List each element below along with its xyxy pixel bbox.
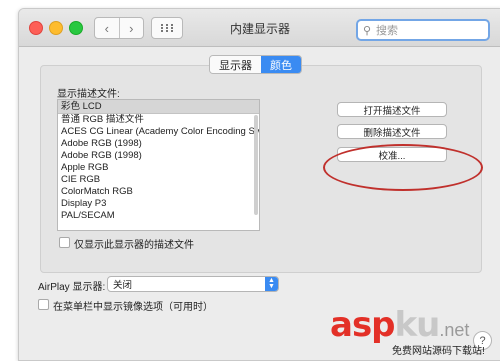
search-placeholder: 搜索 xyxy=(376,25,398,37)
watermark-subtitle: 免费网站源码下载站! xyxy=(392,346,485,357)
delete-profile-button[interactable]: 删除描述文件 xyxy=(337,124,447,139)
profile-list[interactable]: 彩色 LCD 普通 RGB 描述文件 ACES CG Linear (Acade… xyxy=(57,99,260,231)
search-field[interactable]: ⚲ 搜索 xyxy=(356,19,490,41)
profile-item[interactable]: 普通 RGB 描述文件 xyxy=(58,114,259,126)
profiles-heading: 显示描述文件: xyxy=(57,89,120,100)
watermark-ku: ku xyxy=(394,305,441,345)
tab-control: 显示器 颜色 xyxy=(209,55,302,74)
tab-color[interactable]: 颜色 xyxy=(261,56,301,73)
list-scrollbar[interactable] xyxy=(254,115,258,215)
airplay-label: AirPlay 显示器: xyxy=(38,282,106,293)
watermark-asp: asp xyxy=(330,305,396,345)
profile-item[interactable]: ACES CG Linear (Academy Color Encoding S… xyxy=(58,126,259,138)
watermark: aspku.net 免费网站源码下载站! xyxy=(330,305,485,357)
only-this-display-label: 仅显示此显示器的描述文件 xyxy=(74,240,194,251)
profile-item[interactable]: Display P3 xyxy=(58,198,259,210)
profile-item[interactable]: ColorMatch RGB xyxy=(58,186,259,198)
title-bar: ‹ › 内建显示器 ⚲ 搜索 xyxy=(19,9,500,47)
profile-item[interactable]: Adobe RGB (1998) xyxy=(58,138,259,150)
search-icon: ⚲ xyxy=(362,24,372,37)
highlight-annotation xyxy=(323,144,483,191)
profile-item[interactable]: Apple RGB xyxy=(58,162,259,174)
airplay-select[interactable]: 关闭 ▲ ▼ xyxy=(107,276,279,292)
profile-item[interactable]: Adobe RGB (1998) xyxy=(58,150,259,162)
only-this-display-checkbox[interactable] xyxy=(59,237,70,248)
profile-item[interactable]: CIE RGB xyxy=(58,174,259,186)
chevron-updown-icon: ▲ ▼ xyxy=(265,277,278,291)
mirroring-label: 在菜单栏中显示镜像选项（可用时） xyxy=(53,302,213,313)
watermark-net: .net xyxy=(439,320,470,340)
profile-selected-item[interactable]: 彩色 LCD xyxy=(58,100,259,114)
airplay-value: 关闭 xyxy=(113,280,133,291)
mirroring-checkbox[interactable] xyxy=(38,299,49,310)
open-profile-button[interactable]: 打开描述文件 xyxy=(337,102,447,117)
tab-display[interactable]: 显示器 xyxy=(210,56,261,73)
profile-item[interactable]: PAL/SECAM xyxy=(58,210,259,222)
